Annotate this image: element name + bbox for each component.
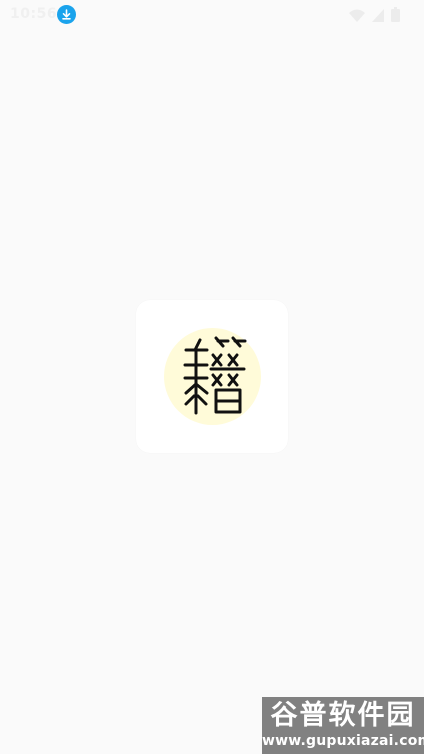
watermark-url: www.gupuxiazai.com: [262, 733, 424, 749]
system-icons: [349, 7, 400, 26]
status-time: 10:56: [10, 6, 58, 22]
download-icon: [57, 5, 76, 24]
seal-glyph-ji-icon: [183, 336, 247, 415]
app-logo: [164, 328, 261, 425]
watermark: 谷普软件园 www.gupuxiazai.com: [262, 697, 424, 754]
battery-icon: [391, 7, 400, 26]
splash-screen: 10:56 谷普软件园 www.gupuxiazai.com: [0, 0, 424, 754]
status-bar: 10:56: [0, 0, 424, 28]
wifi-icon: [349, 7, 365, 26]
app-logo-card: [136, 300, 288, 453]
watermark-title: 谷普软件园: [270, 700, 416, 731]
signal-icon: [372, 7, 384, 26]
